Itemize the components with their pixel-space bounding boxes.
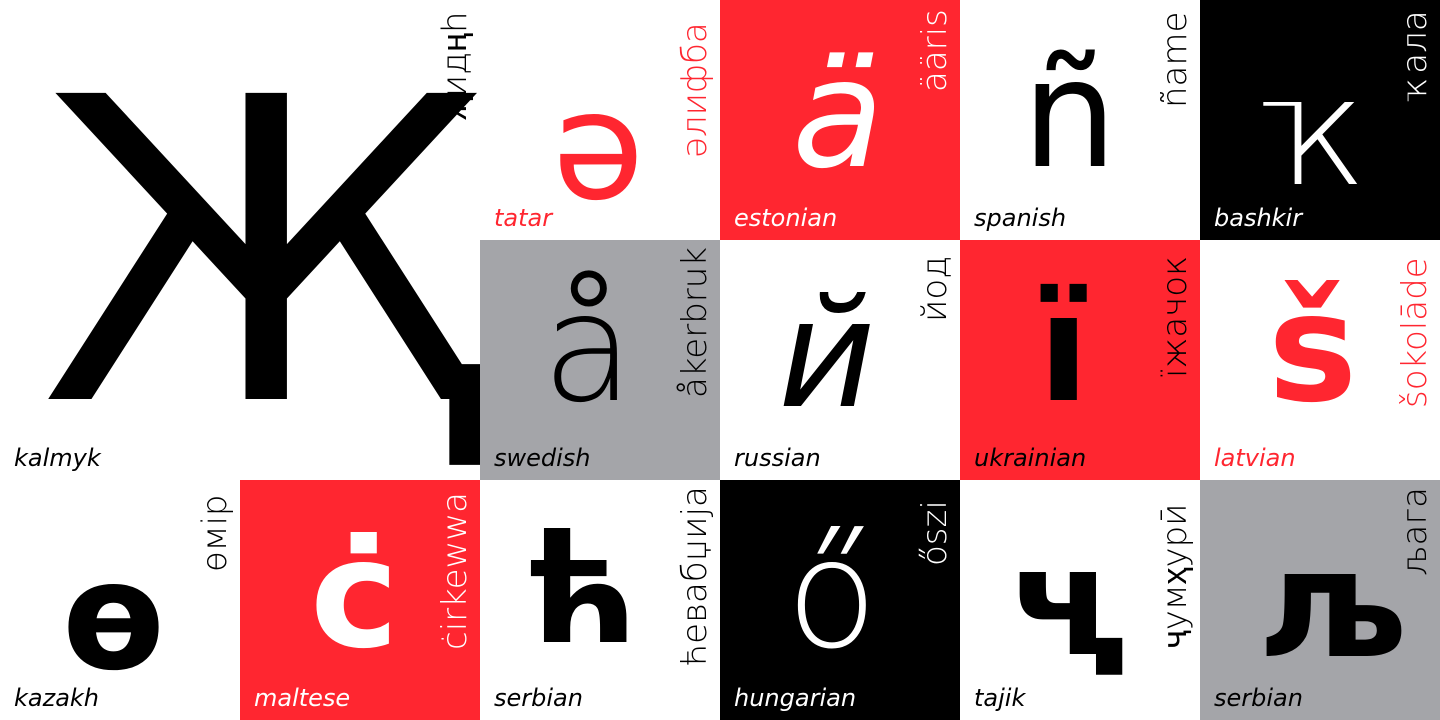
tile-spanish: ñ ñame spanish: [960, 0, 1200, 240]
glyph-estonian: ä: [792, 28, 884, 202]
word-ukrainian: їжачок: [1155, 255, 1195, 378]
glyph-hungarian: ő: [786, 508, 878, 682]
lang-latvian: latvian: [1214, 444, 1296, 472]
tile-tatar: ә әлифба tatar: [480, 0, 720, 240]
glyph-swedish: å: [542, 262, 634, 436]
lang-serbian-lj: serbian: [1214, 684, 1303, 712]
tile-latvian: š šokolāde latvian: [1200, 240, 1440, 480]
tile-kazakh: ө өмір kazakh: [0, 480, 240, 720]
lang-russian: russian: [734, 444, 821, 472]
word-serbian-lj: љага: [1395, 487, 1435, 576]
lang-hungarian: hungarian: [734, 684, 857, 712]
lang-estonian: estonian: [734, 204, 838, 232]
glyph-spanish: ñ: [1022, 28, 1118, 202]
word-bashkir: ҡала: [1395, 10, 1435, 102]
glyph-tatar: ә: [552, 60, 645, 234]
lang-swedish: swedish: [494, 444, 591, 472]
lang-kazakh: kazakh: [14, 684, 100, 712]
word-hungarian: őszi: [915, 500, 955, 566]
language-specimen-grid: Җ җидңһ kalmyk ә әлифба tatar ä ääris es…: [0, 0, 1440, 720]
word-maltese: ċirkewwa: [435, 492, 475, 650]
tile-maltese: ċ ċirkewwa maltese: [240, 480, 480, 720]
word-estonian: ääris: [915, 9, 955, 92]
tile-swedish: å åkerbruk swedish: [480, 240, 720, 480]
glyph-serbian-h: ћ: [528, 504, 639, 678]
glyph-tajik: ҷ: [1010, 516, 1113, 690]
word-tatar: әлифба: [675, 22, 715, 158]
lang-maltese: maltese: [254, 684, 351, 712]
glyph-ukrainian: ї: [1038, 262, 1090, 436]
lang-kalmyk: kalmyk: [14, 444, 101, 472]
word-swedish: åkerbruk: [675, 246, 715, 398]
tile-ukrainian: ї їжачок ukrainian: [960, 240, 1200, 480]
word-tajik: ҷумҳурӣ: [1155, 503, 1195, 648]
tile-tajik: ҷ ҷумҳурӣ tajik: [960, 480, 1200, 720]
glyph-serbian-lj: љ: [1260, 518, 1409, 692]
tile-serbian-h: ћ ћевабџија serbian: [480, 480, 720, 720]
lang-serbian-h: serbian: [494, 684, 583, 712]
tile-russian: й йод russian: [720, 240, 960, 480]
glyph-kazakh: ө: [62, 530, 166, 704]
tile-hungarian: ő őszi hungarian: [720, 480, 960, 720]
lang-ukrainian: ukrainian: [974, 444, 1087, 472]
lang-bashkir: bashkir: [1214, 204, 1303, 232]
word-kazakh: өмір: [195, 494, 235, 572]
tile-serbian-lj: љ љага serbian: [1200, 480, 1440, 720]
lang-tatar: tatar: [494, 204, 553, 232]
glyph-latvian: š: [1268, 262, 1358, 436]
word-spanish: ñame: [1155, 11, 1195, 108]
lang-tajik: tajik: [974, 684, 1026, 712]
tile-kalmyk: Җ җидңһ kalmyk: [0, 0, 480, 480]
glyph-bashkir: ҡ: [1260, 46, 1385, 220]
word-latvian: šokolāde: [1395, 257, 1435, 408]
word-serbian-h: ћевабџија: [675, 486, 715, 666]
glyph-russian: й: [778, 268, 876, 442]
glyph-kalmyk: Җ: [40, 10, 480, 480]
tile-bashkir: ҡ ҡала bashkir: [1200, 0, 1440, 240]
tile-estonian: ä ääris estonian: [720, 0, 960, 240]
glyph-maltese: ċ: [310, 508, 399, 682]
word-russian: йод: [915, 255, 955, 322]
word-kalmyk: җидңһ: [435, 11, 475, 121]
lang-spanish: spanish: [974, 204, 1067, 232]
